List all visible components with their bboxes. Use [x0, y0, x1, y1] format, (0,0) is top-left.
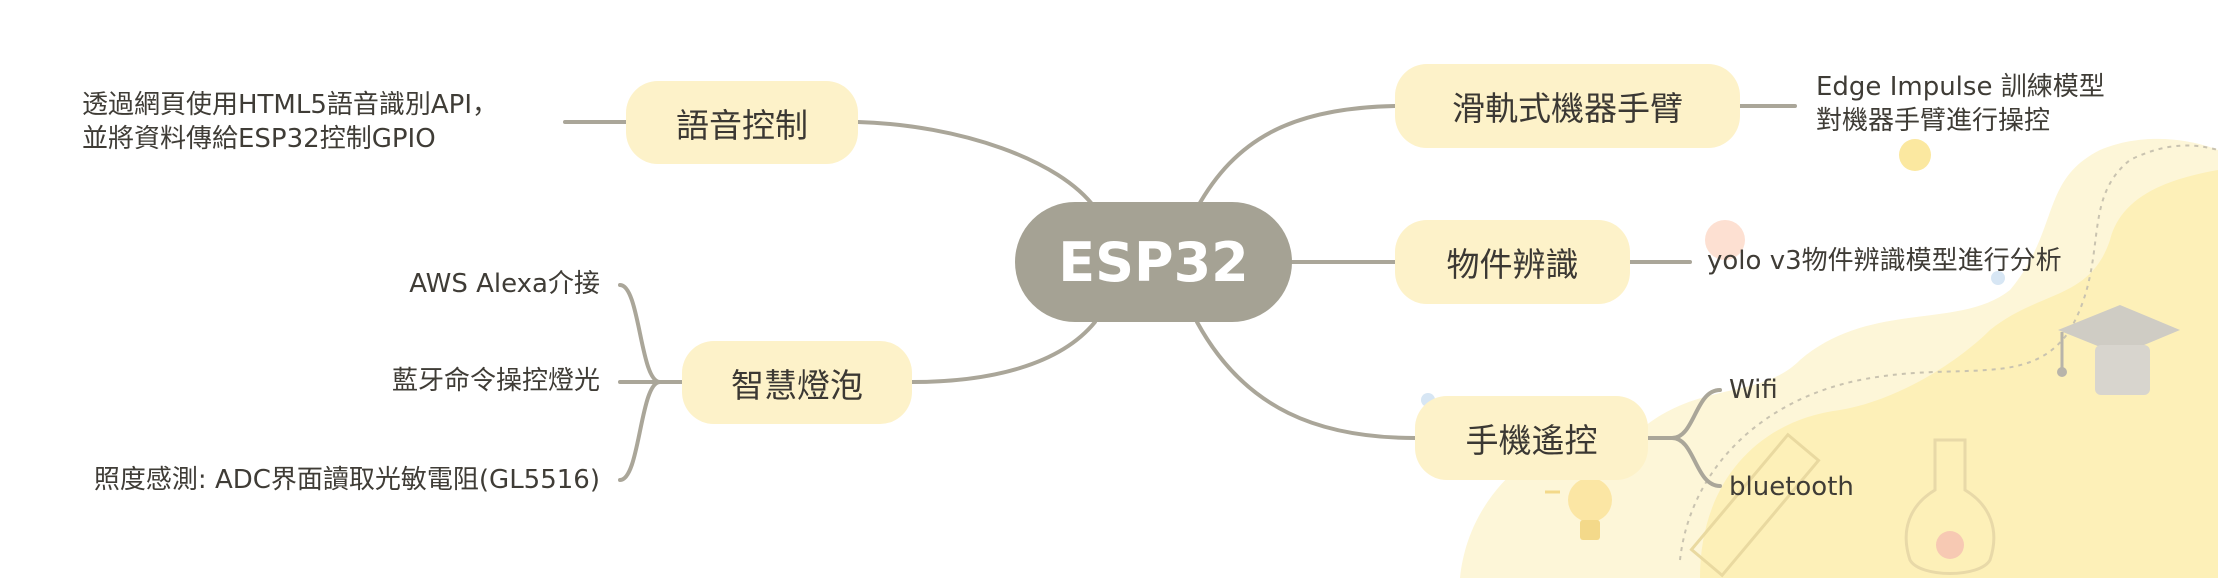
branch-label-object: 物件辨識	[1446, 245, 1579, 284]
object-detail: yolo v3物件辨識模型進行分析	[1707, 246, 2062, 276]
branch-node-arm[interactable]: 滑軌式機器手臂	[1395, 64, 1740, 148]
arm-detail-line: Edge Impulse 訓練模型	[1816, 72, 2105, 102]
phone-detail-bluetooth: bluetooth	[1729, 472, 1854, 502]
arm-details: Edge Impulse 訓練模型 對機器手臂進行操控	[1816, 70, 2105, 138]
bulb-detail-bluetooth: 藍牙命令操控燈光	[391, 366, 600, 396]
voice-details: 透過網頁使用HTML5語音識別API， 並將資料傳給ESP32控制GPIO	[82, 88, 498, 156]
center-node-label: ESP32	[1058, 230, 1249, 294]
branch-label-arm: 滑軌式機器手臂	[1452, 89, 1683, 128]
arm-detail-line: 對機器手臂進行操控	[1816, 106, 2051, 136]
branch-label-phone: 手機遙控	[1465, 421, 1598, 460]
branch-node-object[interactable]: 物件辨識	[1395, 220, 1630, 304]
phone-detail-wifi: Wifi	[1729, 375, 1778, 405]
voice-detail-line: 透過網頁使用HTML5語音識別API，	[82, 90, 499, 120]
branch-node-voice[interactable]: 語音控制	[626, 81, 858, 164]
branch-node-bulb[interactable]: 智慧燈泡	[682, 341, 912, 424]
center-node[interactable]: ESP32	[1015, 202, 1292, 322]
branch-node-phone[interactable]: 手機遙控	[1415, 396, 1648, 480]
branch-label-voice: 語音控制	[676, 105, 808, 145]
bulb-detail-light-sensor: 照度感測: ADC界面讀取光敏電阻(GL5516)	[93, 465, 600, 495]
branch-label-bulb: 智慧燈泡	[731, 365, 863, 405]
bulb-detail-alexa: AWS Alexa介接	[409, 269, 600, 299]
voice-detail-line: 並將資料傳給ESP32控制GPIO	[82, 124, 436, 154]
